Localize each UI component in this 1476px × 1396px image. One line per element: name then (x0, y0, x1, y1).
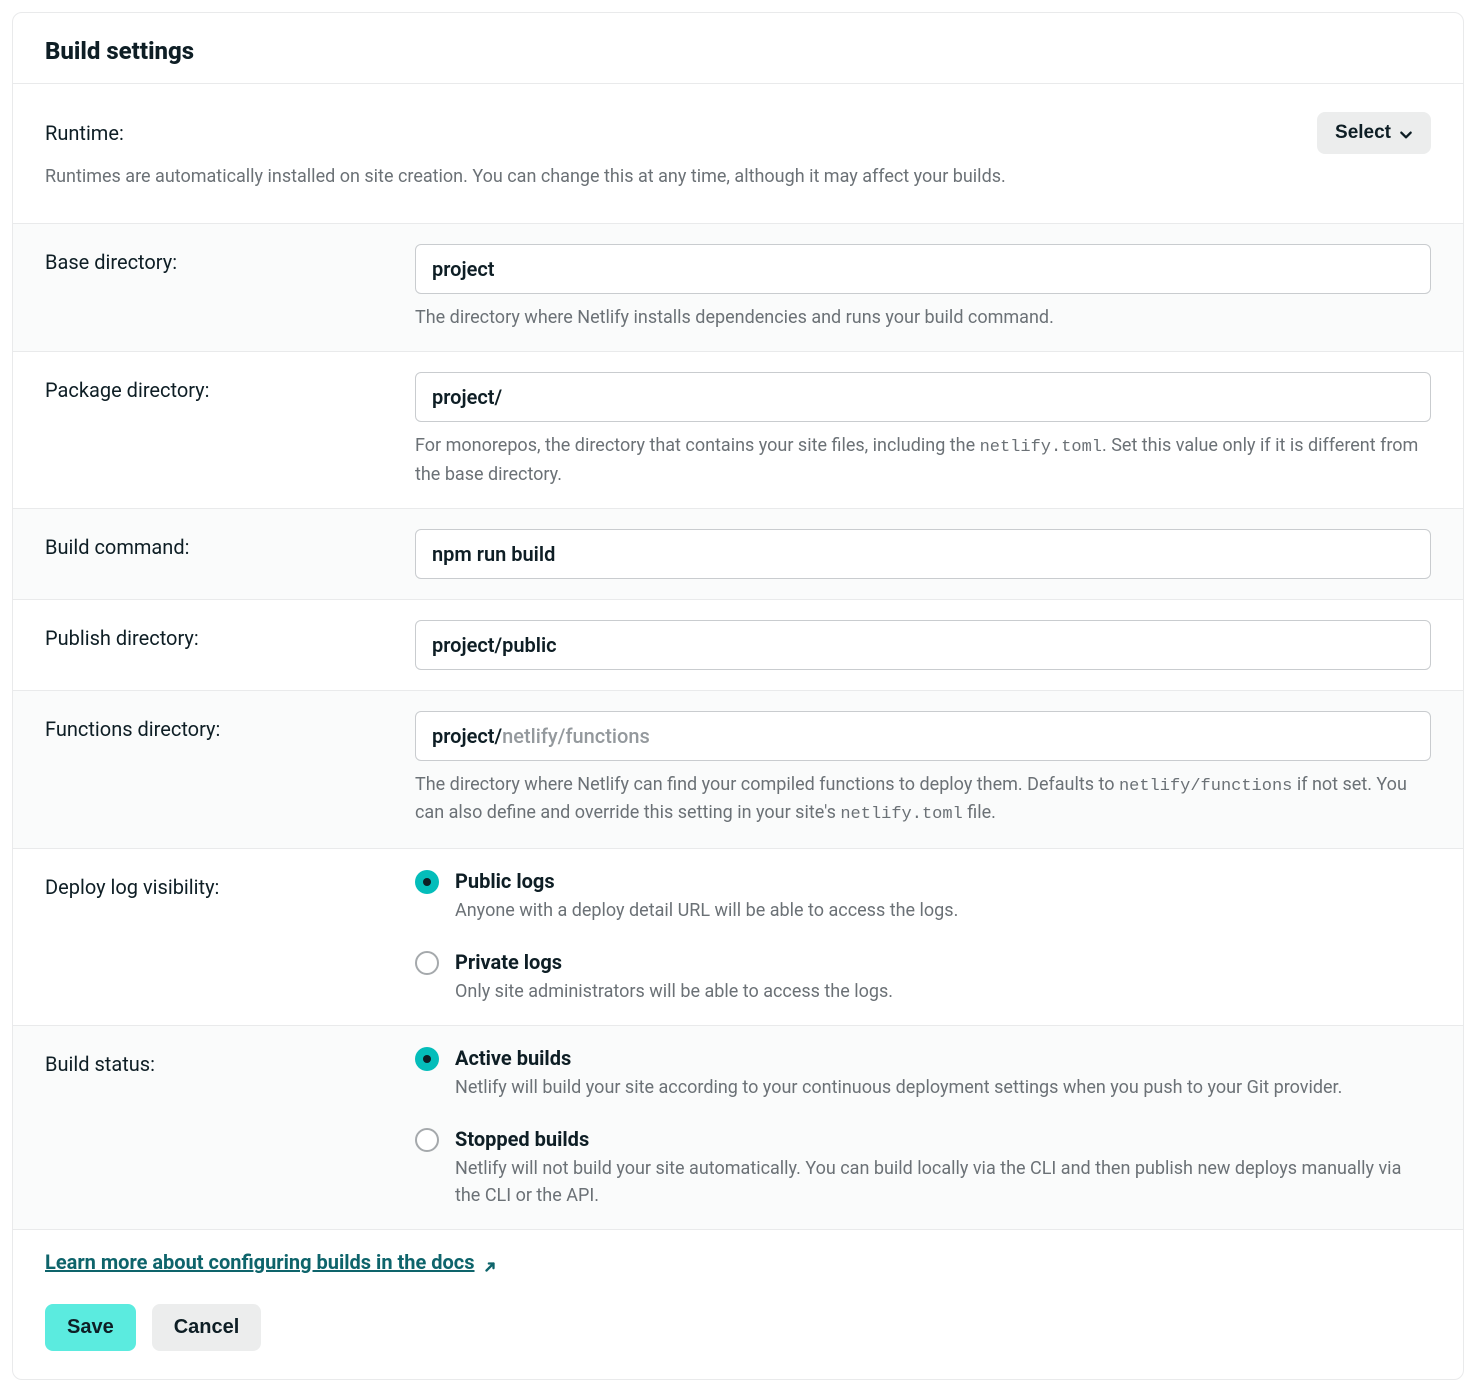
build-status-row: Build status: Active builds Netlify will… (13, 1026, 1463, 1230)
functions-directory-label: Functions directory: (45, 717, 415, 741)
radio-private-logs-title: Private logs (455, 950, 1431, 974)
external-link-icon (483, 1255, 497, 1269)
runtime-block: Runtime: Select Runtimes are automatical… (13, 84, 1463, 223)
radio-public-logs-desc: Anyone with a deploy detail URL will be … (455, 897, 1431, 924)
functions-directory-row: Functions directory: project/netlify/fun… (13, 691, 1463, 849)
deploy-log-radio-group: Public logs Anyone with a deploy detail … (415, 869, 1431, 1005)
build-command-input[interactable] (415, 529, 1431, 579)
publish-directory-input[interactable] (415, 620, 1431, 670)
radio-public-logs: Public logs Anyone with a deploy detail … (415, 869, 1431, 924)
build-command-row: Build command: (13, 509, 1463, 600)
package-directory-label: Package directory: (45, 378, 415, 402)
radio-active-builds-title: Active builds (455, 1046, 1431, 1070)
form-rows: Base directory: The directory where Netl… (13, 223, 1463, 1230)
radio-stopped-builds: Stopped builds Netlify will not build yo… (415, 1127, 1431, 1209)
cancel-button[interactable]: Cancel (152, 1304, 262, 1351)
runtime-select-label: Select (1335, 122, 1391, 144)
docs-link-text: Learn more about configuring builds in t… (45, 1250, 475, 1274)
radio-active-builds-input[interactable] (415, 1047, 439, 1071)
functions-directory-input[interactable]: project/netlify/functions (415, 711, 1431, 761)
radio-public-logs-input[interactable] (415, 870, 439, 894)
functions-directory-prefix: project/ (432, 724, 502, 748)
publish-directory-label: Publish directory: (45, 626, 415, 650)
build-settings-card: Build settings Runtime: Select Runtimes … (12, 12, 1464, 1380)
deploy-log-label: Deploy log visibility: (45, 875, 415, 899)
build-command-label: Build command: (45, 535, 415, 559)
radio-private-logs: Private logs Only site administrators wi… (415, 950, 1431, 1005)
runtime-help-text: Runtimes are automatically installed on … (45, 166, 1431, 187)
base-directory-input[interactable] (415, 244, 1431, 294)
section-header: Build settings (13, 37, 1463, 84)
docs-link[interactable]: Learn more about configuring builds in t… (45, 1250, 497, 1274)
radio-private-logs-desc: Only site administrators will be able to… (455, 978, 1431, 1005)
package-directory-help: For monorepos, the directory that contai… (415, 432, 1431, 488)
deploy-log-row: Deploy log visibility: Public logs Anyon… (13, 849, 1463, 1026)
footer: Learn more about configuring builds in t… (13, 1230, 1463, 1351)
save-button[interactable]: Save (45, 1304, 136, 1351)
runtime-label: Runtime: (45, 121, 124, 145)
radio-private-logs-input[interactable] (415, 951, 439, 975)
package-directory-input[interactable] (415, 372, 1431, 422)
publish-directory-row: Publish directory: (13, 600, 1463, 691)
radio-active-builds: Active builds Netlify will build your si… (415, 1046, 1431, 1101)
functions-directory-help: The directory where Netlify can find you… (415, 771, 1431, 828)
radio-active-builds-desc: Netlify will build your site according t… (455, 1074, 1431, 1101)
runtime-select-button[interactable]: Select (1317, 112, 1431, 154)
base-directory-help: The directory where Netlify installs dep… (415, 304, 1431, 331)
build-status-label: Build status: (45, 1052, 415, 1076)
section-title: Build settings (45, 37, 1431, 65)
build-status-radio-group: Active builds Netlify will build your si… (415, 1046, 1431, 1209)
base-directory-label: Base directory: (45, 250, 415, 274)
chevron-down-icon (1399, 126, 1413, 140)
functions-directory-placeholder: netlify/functions (502, 724, 650, 748)
radio-stopped-builds-title: Stopped builds (455, 1127, 1431, 1151)
radio-public-logs-title: Public logs (455, 869, 1431, 893)
package-directory-row: Package directory: For monorepos, the di… (13, 352, 1463, 509)
radio-stopped-builds-desc: Netlify will not build your site automat… (455, 1155, 1431, 1209)
radio-stopped-builds-input[interactable] (415, 1128, 439, 1152)
base-directory-row: Base directory: The directory where Netl… (13, 224, 1463, 352)
